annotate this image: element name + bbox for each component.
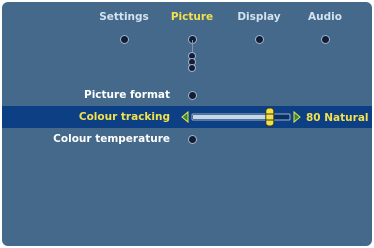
tv-menu-screen: Settings Picture Display Audio Picture f… xyxy=(2,2,372,246)
slider-value-text: 80 Natural xyxy=(306,112,369,124)
tab-audio[interactable]: Audio xyxy=(295,11,355,23)
tab-settings-dot xyxy=(120,36,128,43)
menu-item-colour-temperature[interactable]: Colour temperature xyxy=(53,133,170,145)
slider-left-arrow-icon xyxy=(181,110,189,124)
menu-item-colour-tracking[interactable]: Colour tracking xyxy=(79,111,170,123)
colour-tracking-slider[interactable]: 80 Natural xyxy=(180,106,372,128)
tab-audio-dot xyxy=(321,36,329,43)
menu-item-picture-format[interactable]: Picture format xyxy=(84,89,170,101)
tab-display[interactable]: Display xyxy=(229,11,289,23)
picture-format-dot xyxy=(188,92,196,99)
tab-settings[interactable]: Settings xyxy=(94,11,154,23)
colour-temperature-dot xyxy=(188,136,196,143)
slider-right-arrow-icon xyxy=(293,110,301,124)
tab-display-dot xyxy=(255,36,263,43)
scroll-up-dot-3 xyxy=(189,65,195,71)
slider-fill xyxy=(193,115,270,119)
slider-thumb xyxy=(265,107,275,127)
tab-picture[interactable]: Picture xyxy=(162,11,222,23)
